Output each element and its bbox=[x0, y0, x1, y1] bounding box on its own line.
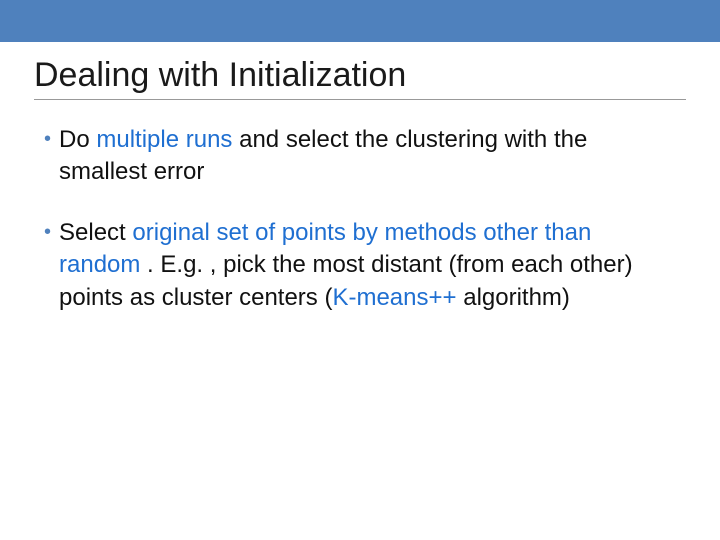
bullet-item: • Do multiple runs and select the cluste… bbox=[44, 124, 676, 189]
slide-body: • Do multiple runs and select the cluste… bbox=[44, 124, 676, 314]
bullet-item: • Select original set of points by metho… bbox=[44, 217, 676, 314]
bullet-text: Select original set of points by methods… bbox=[59, 217, 676, 314]
bullet-text: Do multiple runs and select the clusteri… bbox=[59, 124, 676, 189]
title-underline bbox=[34, 99, 686, 100]
bullet-icon: • bbox=[44, 124, 51, 154]
slide-title: Dealing with Initialization bbox=[34, 56, 720, 95]
bullet-icon: • bbox=[44, 217, 51, 247]
header-bar bbox=[0, 0, 720, 42]
